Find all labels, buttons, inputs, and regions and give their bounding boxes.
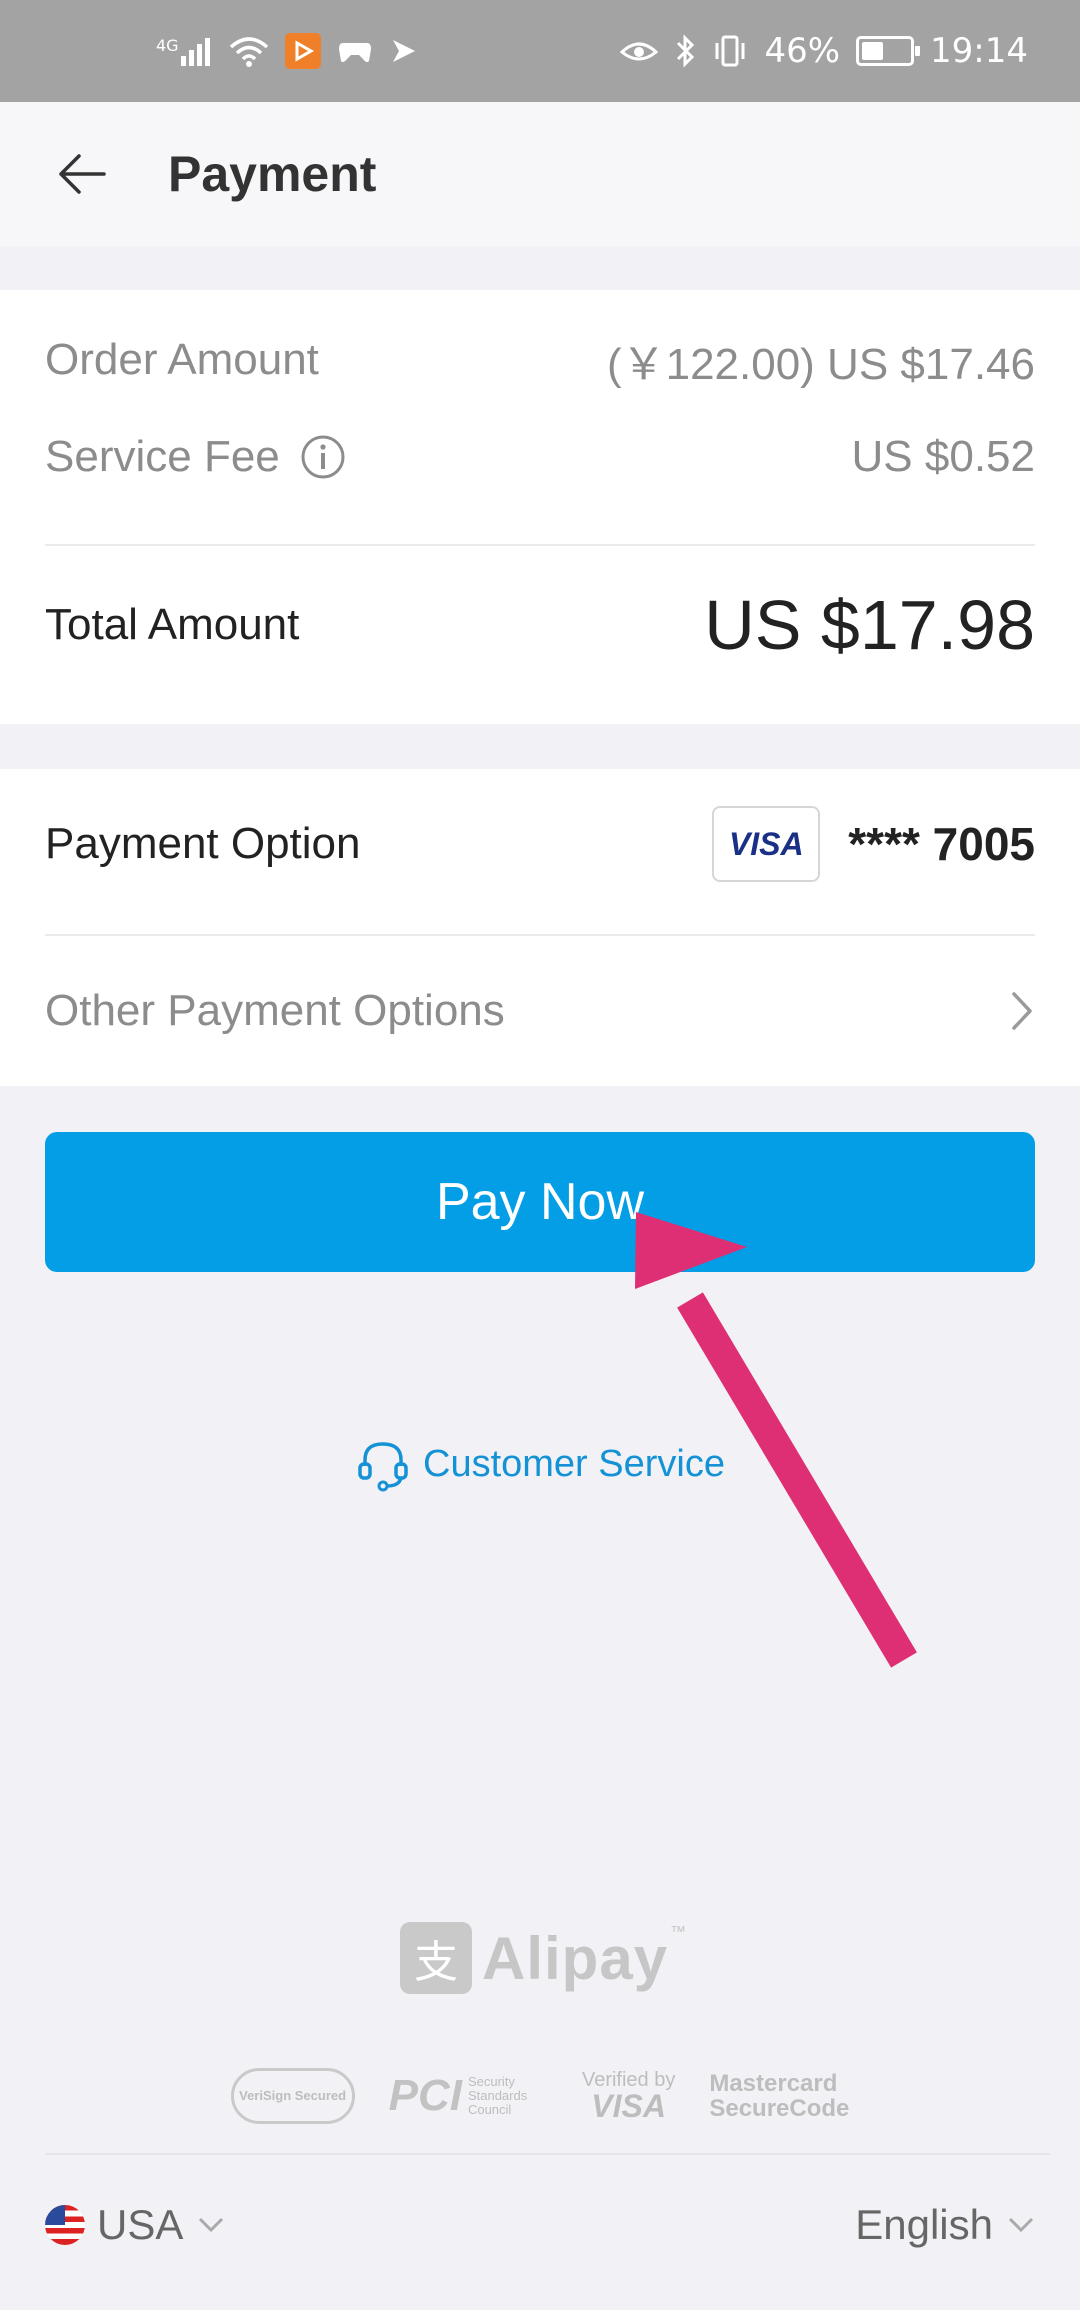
service-fee-value: US $0.52: [851, 432, 1035, 481]
payment-option-row[interactable]: Payment Option VISA **** 7005: [45, 804, 1035, 884]
customer-service-label: Customer Service: [423, 1442, 725, 1485]
network-type: 4G: [156, 36, 179, 55]
status-left-icons: 4G: [156, 33, 419, 69]
other-payment-options-label: Other Payment Options: [45, 986, 505, 1035]
bluetooth-icon: [674, 34, 696, 68]
wifi-icon: [229, 35, 269, 67]
order-amount-label: Order Amount: [45, 335, 319, 384]
alipay-wordmark: Alipay: [482, 1924, 669, 1992]
status-bar: 4G 46% 19:14: [0, 0, 1080, 102]
card-number: **** 7005: [848, 818, 1035, 870]
securecode-text: SecureCode: [709, 2095, 850, 2122]
verisign-secured-logo: VeriSign Secured: [230, 2068, 355, 2124]
footer-divider: [45, 2153, 1050, 2155]
other-payment-options-row[interactable]: Other Payment Options: [45, 971, 1035, 1051]
security-logos: VeriSign Secured PCI Security Standards …: [0, 2060, 1080, 2132]
total-amount-value: US $17.98: [704, 586, 1035, 664]
page-title: Payment: [168, 146, 377, 202]
visa-card-icon: VISA: [712, 806, 821, 882]
send-icon: [389, 36, 419, 66]
language-selector[interactable]: English: [855, 2201, 1035, 2249]
clock: 19:14: [930, 31, 1028, 71]
service-fee-label: Service Fee: [45, 432, 280, 481]
app-bar: Payment: [0, 102, 1080, 246]
battery-percent: 46%: [764, 31, 841, 71]
total-amount-row: Total Amount US $17.98: [45, 580, 1035, 670]
country-label: USA: [97, 2201, 184, 2248]
summary-divider: [45, 544, 1035, 546]
trademark-symbol: ™: [670, 1924, 687, 1941]
footer: USA English: [45, 2192, 1035, 2258]
back-button[interactable]: [12, 102, 152, 246]
verified-by-visa-logo: Verified by VISA: [582, 2070, 675, 2122]
video-app-icon: [284, 33, 321, 69]
mastercard-securecode-logo: Mastercard SecureCode: [709, 2069, 850, 2122]
order-amount-value: (￥122.00) US $17.46: [606, 340, 1035, 389]
order-summary-card: Order Amount (￥122.00) US $17.46 Service…: [0, 290, 1080, 724]
verified-by-text: Verified by: [581, 2069, 676, 2091]
service-fee-label-group: Service Fee: [45, 432, 346, 482]
order-amount-row: Order Amount (￥122.00) US $17.46: [45, 330, 1035, 390]
headset-icon: [358, 1442, 408, 1492]
us-flag-icon: [45, 2205, 85, 2245]
verified-visa-text: VISA: [591, 2088, 666, 2124]
country-selector[interactable]: USA: [45, 2201, 225, 2249]
payment-option-label: Payment Option: [45, 819, 361, 868]
status-right-icons: 46% 19:14: [620, 31, 1028, 71]
mastercard-text: Mastercard: [709, 2069, 838, 2097]
chevron-down-icon: [199, 2217, 224, 2233]
signal-icon: 4G: [156, 36, 213, 66]
eye-comfort-icon: [620, 36, 659, 66]
chevron-right-icon: [1012, 992, 1032, 1030]
arrow-left-icon: [59, 154, 106, 194]
payment-options-card: Payment Option VISA **** 7005 Other Paym…: [0, 769, 1080, 1086]
battery-icon: [856, 36, 921, 66]
selected-card: VISA **** 7005: [712, 806, 1035, 882]
pay-now-button[interactable]: Pay Now: [45, 1132, 1035, 1272]
vibrate-icon: [712, 34, 748, 68]
pci-mark: PCI: [388, 2071, 462, 2120]
alipay-logo: 支 Alipay ™: [400, 1920, 686, 1996]
total-amount-label: Total Amount: [45, 600, 300, 649]
pci-subtitle: Security Standards Council: [467, 2074, 528, 2117]
payment-divider: [45, 934, 1035, 936]
language-label: English: [855, 2201, 993, 2248]
chevron-down-icon: [1008, 2217, 1034, 2233]
service-fee-row: Service Fee US $0.52: [45, 427, 1035, 487]
game-controller-icon: [337, 37, 373, 65]
pci-logo: PCI Security Standards Council: [389, 2068, 548, 2124]
alipay-mark-icon: 支: [400, 1922, 472, 1994]
info-circle-icon[interactable]: [300, 434, 346, 480]
customer-service-link[interactable]: Customer Service: [0, 1432, 1080, 1496]
